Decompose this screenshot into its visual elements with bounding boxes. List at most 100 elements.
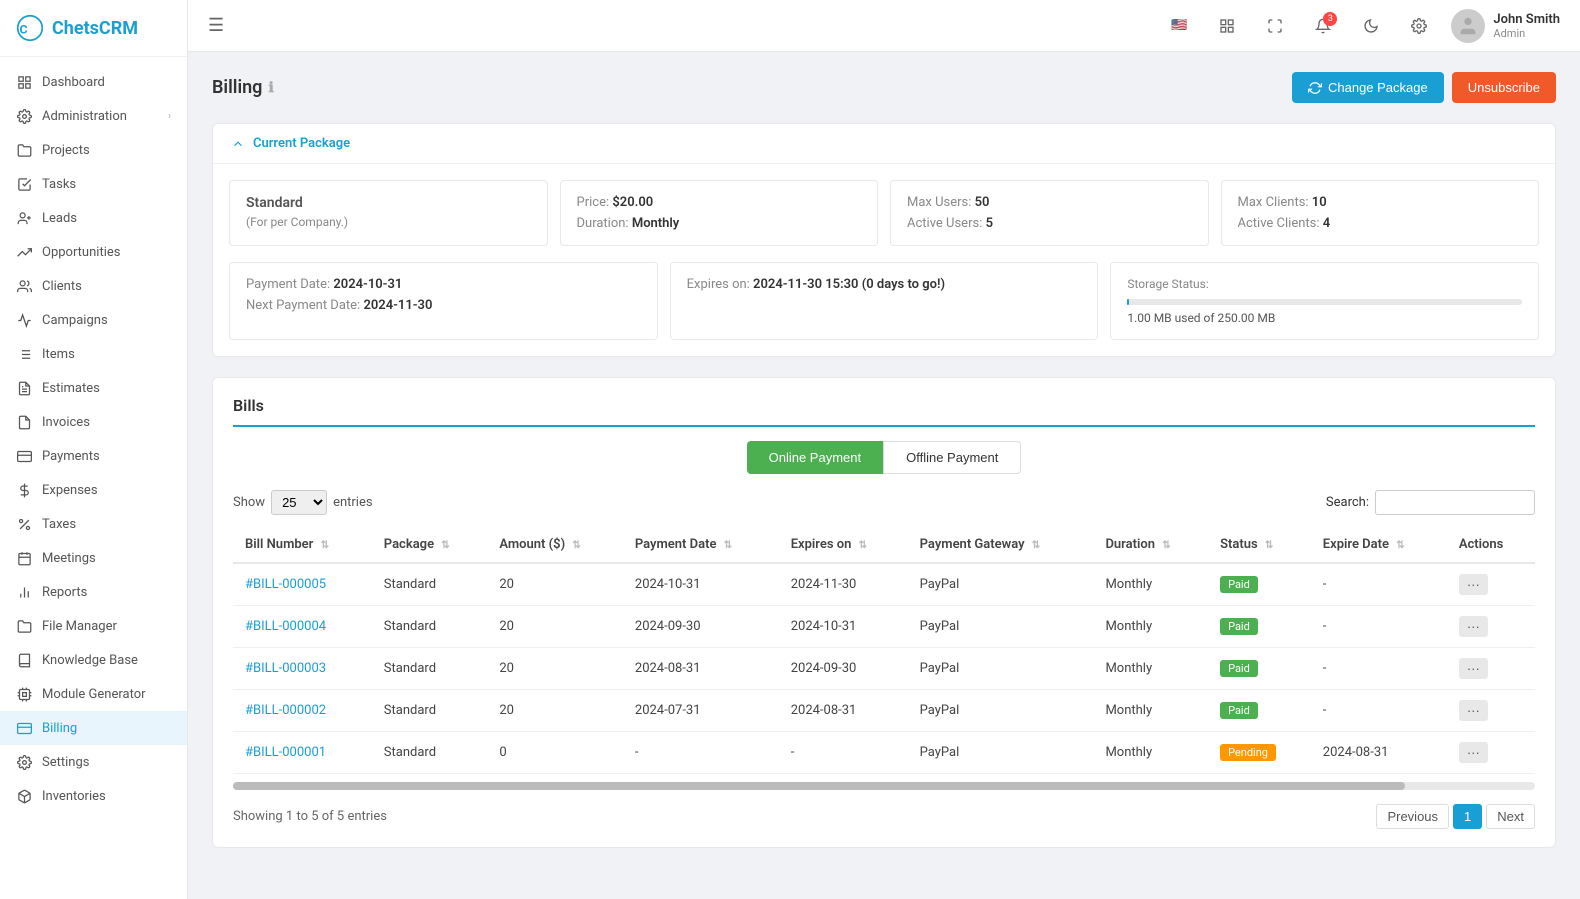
cell-payment-date: 2024-07-31 xyxy=(623,690,779,732)
change-package-button[interactable]: Change Package xyxy=(1292,72,1444,103)
col-expire-date[interactable]: Expire Date ⇅ xyxy=(1311,527,1447,563)
sidebar-item-clients-label: Clients xyxy=(42,279,82,294)
sidebar-item-settings-label: Settings xyxy=(42,755,89,770)
sidebar-item-leads-label: Leads xyxy=(42,211,77,226)
cell-status: Paid xyxy=(1208,606,1311,648)
sidebar-item-clients[interactable]: Clients xyxy=(0,269,187,303)
cell-expire-date: - xyxy=(1311,606,1447,648)
sidebar-item-inventories-label: Inventories xyxy=(42,789,106,804)
cell-expires-on: 2024-09-30 xyxy=(779,648,908,690)
sort-icon-duration: ⇅ xyxy=(1162,540,1170,551)
max-clients-row: Max Clients: 10 xyxy=(1238,195,1523,210)
col-status[interactable]: Status ⇅ xyxy=(1208,527,1311,563)
previous-page-button[interactable]: Previous xyxy=(1376,804,1449,829)
table-row: #BILL-000003 Standard 20 2024-08-31 2024… xyxy=(233,648,1535,690)
logo-icon: C xyxy=(16,14,44,42)
cell-expire-date: - xyxy=(1311,563,1447,606)
sidebar-item-estimates[interactable]: Estimates xyxy=(0,371,187,405)
sidebar: C ChetsCRM Dashboard Administration › Pr… xyxy=(0,0,188,899)
user-profile[interactable]: John Smith Admin xyxy=(1451,9,1560,43)
sidebar-item-inventories[interactable]: Inventories xyxy=(0,779,187,813)
sidebar-item-reports[interactable]: Reports xyxy=(0,575,187,609)
sidebar-item-knowledge-base[interactable]: Knowledge Base xyxy=(0,643,187,677)
sidebar-item-billing[interactable]: Billing xyxy=(0,711,187,745)
payment-date-row: Payment Date: 2024-10-31 xyxy=(246,277,641,292)
status-badge: Paid xyxy=(1220,576,1258,593)
calendar-icon xyxy=(16,550,32,566)
user-name: John Smith xyxy=(1493,12,1560,27)
col-gateway[interactable]: Payment Gateway ⇅ xyxy=(908,527,1094,563)
col-amount[interactable]: Amount ($) ⇅ xyxy=(487,527,623,563)
sidebar-item-taxes[interactable]: Taxes xyxy=(0,507,187,541)
row-action-button[interactable]: ··· xyxy=(1459,700,1488,721)
sidebar-item-dashboard[interactable]: Dashboard xyxy=(0,65,187,99)
bill-number-link[interactable]: #BILL-000001 xyxy=(245,745,326,760)
payment-dates-card: Payment Date: 2024-10-31 Next Payment Da… xyxy=(229,262,658,340)
cell-amount: 20 xyxy=(487,690,623,732)
sidebar-item-payments[interactable]: Payments xyxy=(0,439,187,473)
search-label: Search: xyxy=(1326,495,1369,510)
row-action-button[interactable]: ··· xyxy=(1459,574,1488,595)
offline-payment-button[interactable]: Offline Payment xyxy=(883,441,1021,474)
gear-topbar-icon xyxy=(1411,18,1427,34)
bill-number-link[interactable]: #BILL-000003 xyxy=(245,661,326,676)
sidebar-item-items[interactable]: Items xyxy=(0,337,187,371)
sidebar-item-administration[interactable]: Administration › xyxy=(0,99,187,133)
info-icon[interactable]: ℹ xyxy=(268,80,273,96)
bill-number-link[interactable]: #BILL-000005 xyxy=(245,577,326,592)
cell-amount: 20 xyxy=(487,606,623,648)
sidebar-item-leads[interactable]: Leads xyxy=(0,201,187,235)
chevron-right-icon: › xyxy=(168,111,171,122)
fullscreen-button[interactable] xyxy=(1259,10,1291,42)
search-input[interactable] xyxy=(1375,490,1535,515)
entries-select[interactable]: 25 50 100 xyxy=(271,490,327,515)
col-duration[interactable]: Duration ⇅ xyxy=(1093,527,1208,563)
section-header-current-package[interactable]: Current Package xyxy=(213,124,1555,164)
grid-icon xyxy=(16,74,32,90)
storage-bar xyxy=(1127,299,1522,305)
cell-status: Pending xyxy=(1208,732,1311,774)
avatar xyxy=(1451,9,1485,43)
col-expires-on[interactable]: Expires on ⇅ xyxy=(779,527,908,563)
notification-button[interactable]: 3 xyxy=(1307,10,1339,42)
sidebar-item-projects[interactable]: Projects xyxy=(0,133,187,167)
flag-icon[interactable]: 🇺🇸 xyxy=(1163,10,1195,42)
sidebar-item-meetings[interactable]: Meetings xyxy=(0,541,187,575)
row-action-button[interactable]: ··· xyxy=(1459,616,1488,637)
col-bill-number[interactable]: Bill Number ⇅ xyxy=(233,527,372,563)
hamburger-button[interactable]: ☰ xyxy=(208,15,224,36)
next-payment-row: Next Payment Date: 2024-11-30 xyxy=(246,298,641,313)
row-action-button[interactable]: ··· xyxy=(1459,658,1488,679)
bill-number-link[interactable]: #BILL-000004 xyxy=(245,619,326,634)
sidebar-item-expenses[interactable]: Expenses xyxy=(0,473,187,507)
theme-toggle-button[interactable] xyxy=(1355,10,1387,42)
page-1-button[interactable]: 1 xyxy=(1453,804,1482,829)
folder-icon xyxy=(16,142,32,158)
billing-icon xyxy=(16,720,32,736)
settings-icon xyxy=(16,108,32,124)
topbar-settings-button[interactable] xyxy=(1403,10,1435,42)
sidebar-item-invoices[interactable]: Invoices xyxy=(0,405,187,439)
row-action-button[interactable]: ··· xyxy=(1459,742,1488,763)
sidebar-item-tasks[interactable]: Tasks xyxy=(0,167,187,201)
sidebar-item-campaigns[interactable]: Campaigns xyxy=(0,303,187,337)
unsubscribe-label: Unsubscribe xyxy=(1468,80,1540,95)
sidebar-item-file-manager[interactable]: File Manager xyxy=(0,609,187,643)
show-label: Show xyxy=(233,495,265,510)
sidebar-item-campaigns-label: Campaigns xyxy=(42,313,108,328)
bar-chart-icon xyxy=(16,584,32,600)
apps-grid-button[interactable] xyxy=(1211,10,1243,42)
sort-icon-amount: ⇅ xyxy=(572,540,580,551)
online-payment-button[interactable]: Online Payment xyxy=(747,441,884,474)
unsubscribe-button[interactable]: Unsubscribe xyxy=(1452,72,1556,103)
table-scrollbar[interactable] xyxy=(233,782,1535,790)
bill-number-link[interactable]: #BILL-000002 xyxy=(245,703,326,718)
col-package[interactable]: Package ⇅ xyxy=(372,527,488,563)
next-page-button[interactable]: Next xyxy=(1486,804,1535,829)
col-payment-date[interactable]: Payment Date ⇅ xyxy=(623,527,779,563)
current-package-label: Current Package xyxy=(253,136,350,151)
sidebar-item-settings[interactable]: Settings xyxy=(0,745,187,779)
sidebar-item-expenses-label: Expenses xyxy=(42,483,98,498)
sidebar-item-module-generator[interactable]: Module Generator xyxy=(0,677,187,711)
sidebar-item-opportunities[interactable]: Opportunities xyxy=(0,235,187,269)
